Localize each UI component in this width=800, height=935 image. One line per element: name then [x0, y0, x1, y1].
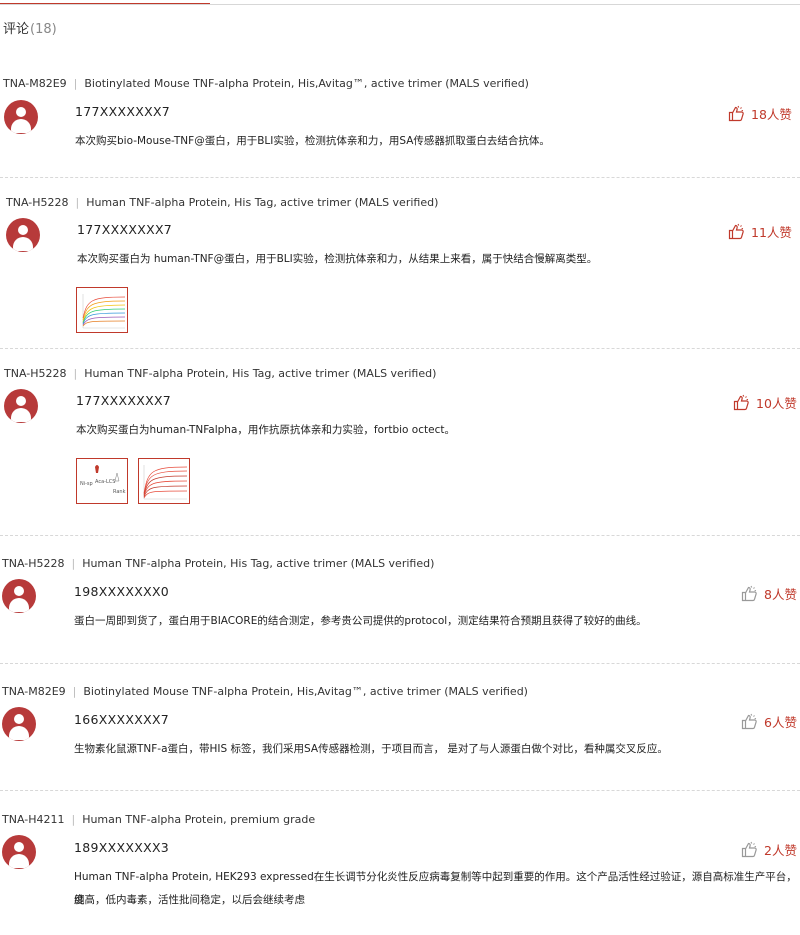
product-link[interactable]: TNA-H5228 | Human TNF-alpha Protein, His T…	[2, 557, 434, 570]
like-count: 8人赞	[764, 587, 797, 602]
product-link[interactable]: TNA-M82E9 | Biotinylated Mouse TNF-alpha P…	[3, 77, 529, 90]
thumbs-up-icon	[733, 394, 749, 411]
like-count: 11人赞	[751, 225, 792, 240]
review-text: 蛋白一周即到货了，蛋白用于BIACORE的结合测定，参考贵公司提供的protoc…	[74, 615, 647, 627]
divider: |	[72, 685, 77, 698]
product-link[interactable]: TNA-H5228 | Human TNF-alpha Protein, His T…	[6, 196, 438, 209]
review-text: 本次购买蛋白为human-TNFalpha，用作抗原抗体亲和力实验，fortbi…	[76, 424, 455, 436]
product-code: TNA-H4211	[2, 813, 65, 826]
reviewer-name: 166XXXXXXX7	[74, 712, 170, 727]
reviews-title: 评论	[3, 22, 30, 37]
avatar	[2, 707, 36, 741]
reviews-header: 评论(18)	[3, 18, 57, 37]
product-code: TNA-M82E9	[3, 77, 67, 90]
like-count: 6人赞	[764, 715, 797, 730]
divider: |	[73, 367, 78, 380]
like-button[interactable]: 11人赞	[728, 222, 792, 241]
reviewer-name: 177XXXXXXX7	[77, 222, 173, 237]
thumbs-up-icon	[741, 841, 757, 858]
avatar	[6, 218, 40, 252]
divider: |	[71, 813, 76, 826]
like-count: 18人赞	[751, 107, 792, 122]
like-button[interactable]: 2人赞	[741, 840, 797, 859]
review-images: Ni-sp Aca-LCS Rank	[76, 458, 190, 504]
reviews-count: (18)	[30, 22, 57, 37]
avatar	[2, 579, 36, 613]
reviewer-name: 198XXXXXXX0	[74, 584, 170, 599]
review-image-thumbnail[interactable]: Ni-sp Aca-LCS Rank	[76, 458, 128, 504]
product-name: Human TNF-alpha Protein, His Tag, active…	[84, 367, 437, 380]
like-button[interactable]: 18人赞	[728, 104, 792, 123]
thumb-label: Ni-sp	[80, 481, 93, 487]
divider: |	[71, 557, 76, 570]
tab-divider	[0, 4, 800, 5]
review-text: 生物素化鼠源TNF-a蛋白，带HIS 标签，我们采用SA传感器检测，于项目而言，…	[74, 743, 668, 755]
thumb-label: Aca-LCS	[95, 479, 115, 485]
like-button[interactable]: 8人赞	[741, 584, 797, 603]
like-button[interactable]: 10人赞	[733, 393, 797, 412]
product-name: Human TNF-alpha Protein, His Tag, active…	[86, 196, 439, 209]
product-name: Biotinylated Mouse TNF-alpha Protein, Hi…	[83, 685, 528, 698]
product-code: TNA-H5228	[6, 196, 69, 209]
review-images	[76, 287, 128, 333]
thumbs-up-icon	[728, 223, 744, 240]
thumbs-up-icon	[741, 585, 757, 602]
product-code: TNA-H5228	[4, 367, 67, 380]
review-text: 度高，低内毒素，活性批间稳定，以后会继续考虑	[74, 894, 305, 906]
avatar	[2, 835, 36, 869]
reviewer-name: 177XXXXXXX7	[75, 104, 171, 119]
review-separator	[0, 663, 800, 664]
review-separator	[0, 348, 800, 349]
reviewer-name: 177XXXXXXX7	[76, 393, 172, 408]
product-name: Biotinylated Mouse TNF-alpha Protein, Hi…	[84, 77, 529, 90]
product-link[interactable]: TNA-H5228 | Human TNF-alpha Protein, His T…	[4, 367, 436, 380]
avatar	[4, 100, 38, 134]
review-separator	[0, 535, 800, 536]
review-separator	[0, 177, 800, 178]
avatar	[4, 389, 38, 423]
review-text: 本次购买bio-Mouse-TNF@蛋白，用于BLI实验，检测抗体亲和力，用SA…	[75, 135, 550, 147]
divider: |	[75, 196, 80, 209]
product-link[interactable]: TNA-M82E9 | Biotinylated Mouse TNF-alpha P…	[2, 685, 528, 698]
review-image-thumbnail[interactable]	[138, 458, 190, 504]
thumb-label: Rank	[113, 489, 126, 495]
divider: |	[73, 77, 78, 90]
product-code: TNA-M82E9	[2, 685, 66, 698]
review-image-thumbnail[interactable]	[76, 287, 128, 333]
product-link[interactable]: TNA-H4211 | Human TNF-alpha Protein, premi…	[2, 813, 315, 826]
like-count: 10人赞	[756, 396, 797, 411]
review-text: 本次购买蛋白为 human-TNF@蛋白，用于BLI实验，检测抗体亲和力，从结果…	[77, 253, 598, 265]
reviewer-name: 189XXXXXXX3	[74, 840, 170, 855]
thumbs-up-icon	[741, 713, 757, 730]
like-button[interactable]: 6人赞	[741, 712, 797, 731]
like-count: 2人赞	[764, 843, 797, 858]
product-name: Human TNF-alpha Protein, His Tag, active…	[82, 557, 435, 570]
review-separator	[0, 790, 800, 791]
product-name: Human TNF-alpha Protein, premium grade	[82, 813, 316, 826]
product-code: TNA-H5228	[2, 557, 65, 570]
thumbs-up-icon	[728, 105, 744, 122]
